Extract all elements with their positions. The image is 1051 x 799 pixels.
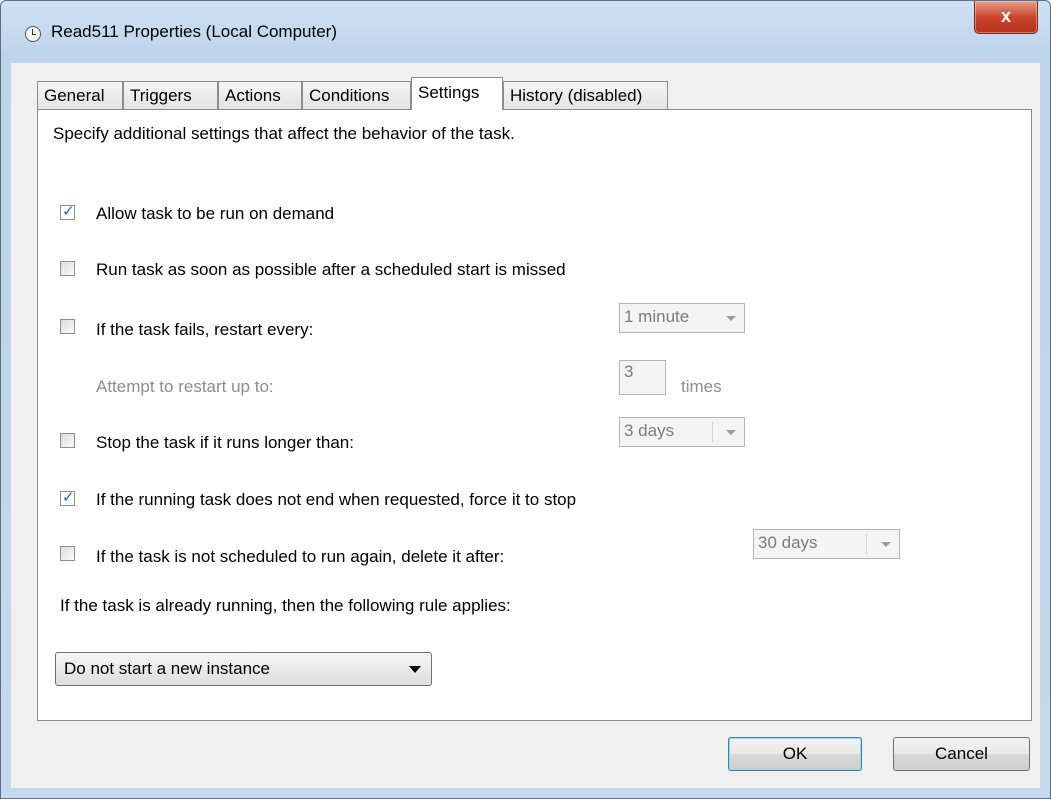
window-title: Read511 Properties (Local Computer) (51, 22, 337, 41)
chevron-down-icon (726, 316, 736, 321)
rule-dropdown[interactable]: Do not start a new instance (55, 652, 432, 686)
rule-value: Do not start a new instance (64, 659, 271, 678)
allow-on-demand-checkbox[interactable] (60, 202, 75, 220)
force-stop-checkbox[interactable] (60, 488, 75, 506)
force-stop-label[interactable]: If the running task does not end when re… (96, 490, 576, 510)
chevron-down-icon (881, 542, 891, 547)
dialog-client-area: General Triggers Actions Conditions Sett… (11, 63, 1040, 788)
stop-duration-value: 3 days (624, 421, 675, 440)
restart-on-fail-label[interactable]: If the task fails, restart every: (96, 320, 313, 340)
restart-on-fail-checkbox[interactable] (60, 319, 75, 334)
tab-actions[interactable]: Actions (218, 81, 302, 109)
close-button[interactable]: x (974, 1, 1038, 34)
allow-on-demand-label[interactable]: Allow task to be run on demand (96, 204, 334, 224)
tab-general[interactable]: General (37, 81, 123, 109)
cancel-button[interactable]: Cancel (893, 737, 1030, 771)
tab-history[interactable]: History (disabled) (503, 81, 668, 109)
restart-attempts-label: Attempt to restart up to: (96, 377, 274, 396)
delete-after-checkbox[interactable] (60, 546, 75, 561)
dropdown-arrow-icon (409, 666, 421, 673)
stop-if-longer-label[interactable]: Stop the task if it runs longer than: (96, 433, 354, 453)
restart-attempts-input[interactable]: 3 (619, 360, 666, 395)
properties-dialog: Read511 Properties (Local Computer) x Ge… (0, 0, 1051, 799)
settings-description: Specify additional settings that affect … (53, 124, 515, 143)
stop-if-longer-checkbox[interactable] (60, 433, 75, 448)
settings-panel: Specify additional settings that affect … (37, 109, 1032, 721)
delete-after-dropdown[interactable]: 30 days (753, 529, 900, 559)
delete-after-label[interactable]: If the task is not scheduled to run agai… (96, 547, 504, 567)
clock-icon (25, 26, 41, 42)
tab-triggers[interactable]: Triggers (123, 81, 218, 109)
dropdown-separator (712, 422, 713, 442)
dropdown-separator (866, 534, 867, 554)
restart-attempts-unit: times (681, 377, 722, 396)
run-asap-checkbox[interactable] (60, 261, 75, 276)
ok-button[interactable]: OK (728, 737, 862, 771)
chevron-down-icon (726, 430, 736, 435)
stop-duration-dropdown[interactable]: 3 days (619, 417, 745, 447)
restart-interval-value: 1 minute (624, 307, 690, 326)
tab-conditions[interactable]: Conditions (302, 81, 411, 109)
restart-interval-dropdown[interactable]: 1 minute (619, 303, 745, 333)
tab-settings[interactable]: Settings (411, 77, 503, 110)
rule-label: If the task is already running, then the… (60, 596, 511, 615)
delete-after-value: 30 days (758, 533, 818, 552)
run-asap-label[interactable]: Run task as soon as possible after a sch… (96, 260, 566, 280)
window-frame-left (1, 63, 11, 788)
title-bar[interactable]: Read511 Properties (Local Computer) x (1, 1, 1050, 63)
